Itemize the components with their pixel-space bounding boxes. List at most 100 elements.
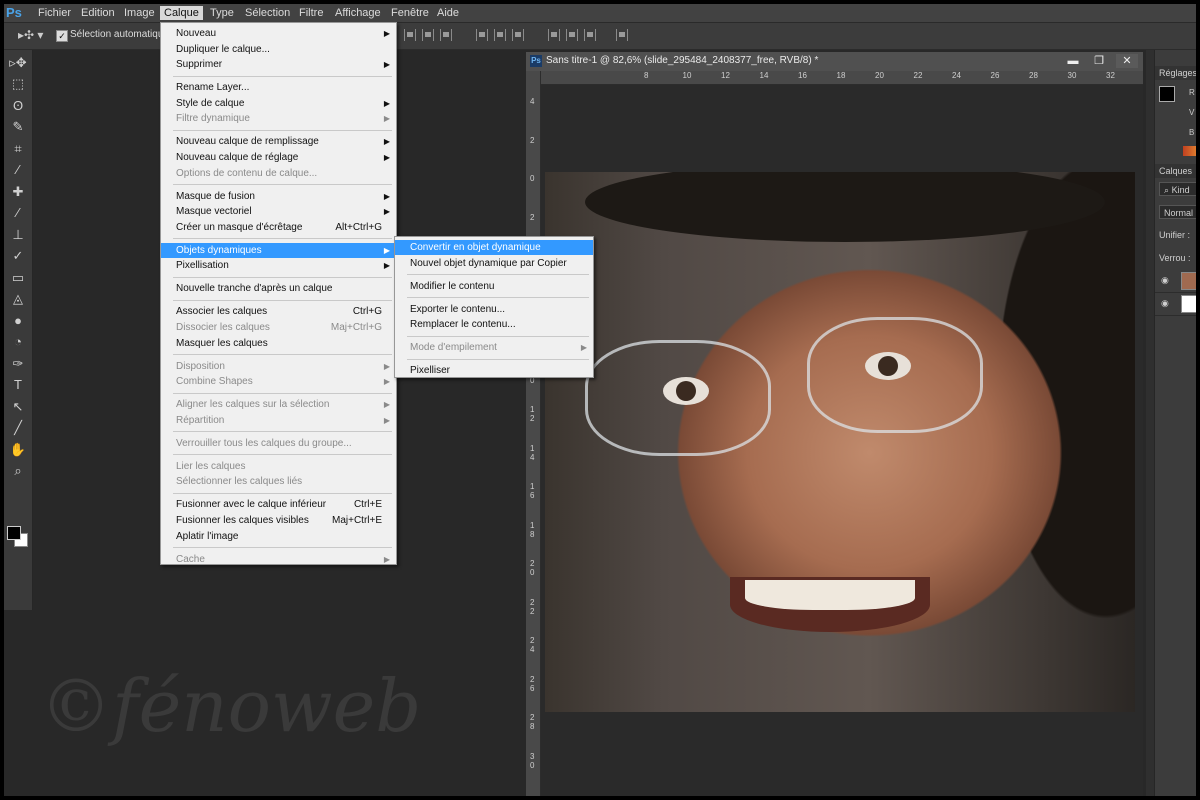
menu-shortcut: Ctrl+E bbox=[353, 499, 382, 511]
quick-select-icon[interactable]: ✎ bbox=[8, 118, 28, 136]
menu-item-fusionner-avec-le-calque-inferieur[interactable]: Fusionner avec le calque inférieur Ctrl+E bbox=[161, 497, 396, 512]
vertical-ruler[interactable]: 42024681 01 21 41 61 82 02 22 42 62 83 0 bbox=[526, 71, 541, 796]
menu-separator bbox=[173, 493, 392, 494]
visibility-eye-icon[interactable]: ◉ bbox=[1161, 276, 1171, 285]
menu-item-label: Pixellisation bbox=[176, 260, 229, 272]
lasso-icon[interactable]: ʘ bbox=[8, 97, 28, 115]
document-tab[interactable]: Ps Sans titre-1 @ 82,6% (slide_295484_24… bbox=[526, 52, 1143, 71]
maximize-button[interactable]: ❐ bbox=[1088, 54, 1110, 68]
menu-item-supprimer[interactable]: Supprimer ▶ bbox=[161, 57, 396, 72]
horizontal-ruler[interactable]: 810121416182022242628303234 bbox=[540, 71, 1143, 85]
hand-icon[interactable]: ✋ bbox=[8, 441, 28, 459]
move-icon[interactable]: ▹✥ bbox=[8, 54, 28, 72]
menu-item-convertir-en-objet-dynamique[interactable]: Convertir en objet dynamique bbox=[395, 240, 593, 255]
menu-item-nouveau-calque-de-remplissage[interactable]: Nouveau calque de remplissage ▶ bbox=[161, 134, 396, 149]
menu-item-objets-dynamiques[interactable]: Objets dynamiques ▶ bbox=[161, 242, 396, 258]
calques-tab[interactable]: Calques bbox=[1155, 164, 1196, 178]
blend-mode-select[interactable]: Normal bbox=[1159, 205, 1196, 219]
unifier-label: Unifier : bbox=[1159, 230, 1191, 240]
color-swatch-foreground[interactable] bbox=[1159, 86, 1175, 102]
menu-item-nouvelle-tranche-d-apres-un-calque[interactable]: Nouvelle tranche d'après un calque bbox=[161, 281, 396, 296]
menu-item-nouveau[interactable]: Nouveau ▶ bbox=[161, 26, 396, 41]
dodge-icon[interactable]: ◔ bbox=[8, 333, 28, 351]
eraser-icon[interactable]: ▭ bbox=[8, 269, 28, 287]
distribute-left-icon[interactable] bbox=[548, 29, 560, 41]
layer-row[interactable]: ◉ bbox=[1155, 270, 1196, 293]
document-title: Sans titre-1 @ 82,6% (slide_295484_24083… bbox=[546, 55, 819, 66]
menu-item-rename-layer[interactable]: Rename Layer... bbox=[161, 80, 396, 95]
menu-item-pixelliser[interactable]: Pixelliser bbox=[395, 363, 593, 378]
objets-dynamiques-submenu: Convertir en objet dynamique Nouvel objet… bbox=[394, 236, 594, 378]
type-icon[interactable]: T bbox=[8, 376, 28, 394]
zoom-icon[interactable]: ⌕ bbox=[8, 462, 28, 480]
crop-icon[interactable]: ⌗ bbox=[8, 140, 28, 158]
align-top-icon[interactable] bbox=[404, 29, 416, 41]
brush-icon[interactable]: ∕ bbox=[8, 204, 28, 222]
layer-kind-filter[interactable]: ⌕ Kind bbox=[1159, 182, 1196, 196]
menu-calque[interactable]: Calque bbox=[160, 6, 203, 20]
menu-item-nouvel-objet-dynamique-par-copier[interactable]: Nouvel objet dynamique par Copier bbox=[395, 256, 593, 271]
menu-item-pixellisation[interactable]: Pixellisation ▶ bbox=[161, 258, 396, 273]
ruler-left-label: 2 6 bbox=[530, 674, 535, 693]
menu-item-style-de-calque[interactable]: Style de calque ▶ bbox=[161, 96, 396, 111]
line-icon[interactable]: ╱ bbox=[8, 419, 28, 437]
menu-filtre[interactable]: Filtre bbox=[295, 6, 327, 20]
paint-bucket-icon[interactable]: ◬ bbox=[8, 290, 28, 308]
align-bottom-icon[interactable] bbox=[440, 29, 452, 41]
menu-selection[interactable]: Sélection bbox=[241, 6, 294, 20]
ruler-top-label: 10 bbox=[682, 71, 692, 80]
reglages-tab[interactable]: Réglages bbox=[1155, 66, 1196, 80]
marquee-icon[interactable]: ⬚ bbox=[8, 75, 28, 93]
healing-icon[interactable]: ✚ bbox=[8, 183, 28, 201]
menu-item-associer-les-calques[interactable]: Associer les calques Ctrl+G bbox=[161, 304, 396, 319]
distribute-right-icon[interactable] bbox=[584, 29, 596, 41]
auto-select-checkbox[interactable]: ✓ bbox=[56, 30, 68, 42]
blur-icon[interactable]: ● bbox=[8, 312, 28, 330]
distribute-hcenter-icon[interactable] bbox=[566, 29, 578, 41]
color-ramp[interactable] bbox=[1183, 146, 1196, 156]
distribute-bottom-icon[interactable] bbox=[512, 29, 524, 41]
minimize-button[interactable]: ▬ bbox=[1062, 54, 1084, 68]
menu-item-exporter-le-contenu[interactable]: Exporter le contenu... bbox=[395, 302, 593, 317]
foreground-color-swatch[interactable] bbox=[7, 526, 21, 540]
close-button[interactable]: ✕ bbox=[1116, 54, 1138, 68]
menu-item-creer-un-masque-d-ecretage[interactable]: Créer un masque d'écrêtage Alt+Ctrl+G bbox=[161, 220, 396, 235]
auto-align-icon[interactable] bbox=[616, 29, 628, 41]
visibility-eye-icon[interactable]: ◉ bbox=[1161, 299, 1171, 308]
menu-image[interactable]: Image bbox=[120, 6, 159, 20]
stamp-icon[interactable]: ⊥ bbox=[8, 226, 28, 244]
menu-shortcut: Maj+Ctrl+G bbox=[330, 322, 382, 333]
menu-item-modifier-le-contenu[interactable]: Modifier le contenu bbox=[395, 279, 593, 294]
menu-aide[interactable]: Aide bbox=[433, 6, 463, 20]
menu-item-masque-vectoriel[interactable]: Masque vectoriel ▶ bbox=[161, 204, 396, 219]
pen-icon[interactable]: ✑ bbox=[8, 355, 28, 373]
menu-item-masquer-les-calques[interactable]: Masquer les calques bbox=[161, 336, 396, 351]
menu-item-mode-d-empilement: Mode d'empilement ▶ bbox=[395, 340, 593, 355]
distribute-vcenter-icon[interactable] bbox=[494, 29, 506, 41]
canvas-photo[interactable] bbox=[545, 172, 1135, 712]
menu-affichage[interactable]: Affichage bbox=[331, 6, 385, 20]
menu-item-label: Style de calque bbox=[176, 97, 245, 109]
submenu-arrow-icon: ▶ bbox=[580, 343, 587, 353]
eyedropper-icon[interactable]: ⁄ bbox=[8, 161, 28, 179]
move-tool-preset-icon[interactable]: ▸✣ ▾ bbox=[18, 28, 48, 44]
distribute-top-icon[interactable] bbox=[476, 29, 488, 41]
path-select-icon[interactable]: ↖ bbox=[8, 398, 28, 416]
ruler-top-label: 14 bbox=[759, 71, 769, 80]
align-vcenter-icon[interactable] bbox=[422, 29, 434, 41]
menu-item-aplatir-l-image[interactable]: Aplatir l'image bbox=[161, 529, 396, 544]
layer-row[interactable]: ◉ bbox=[1155, 293, 1196, 316]
menu-item-label: Disposition bbox=[176, 360, 225, 372]
menu-fichier[interactable]: Fichier bbox=[34, 6, 75, 20]
submenu-arrow-icon: ▶ bbox=[383, 415, 390, 425]
menu-type[interactable]: Type bbox=[206, 6, 238, 20]
menu-item-nouveau-calque-de-reglage[interactable]: Nouveau calque de réglage ▶ bbox=[161, 150, 396, 165]
menu-item-masque-de-fusion[interactable]: Masque de fusion ▶ bbox=[161, 189, 396, 204]
menu-item-remplacer-le-contenu[interactable]: Remplacer le contenu... bbox=[395, 317, 593, 332]
menu-edition[interactable]: Edition bbox=[77, 6, 119, 20]
history-brush-icon[interactable]: ✓ bbox=[8, 247, 28, 265]
menu-fenetre[interactable]: Fenêtre bbox=[387, 6, 433, 20]
menu-item-label: Exporter le contenu... bbox=[410, 303, 506, 315]
menu-item-dupliquer-le-calque[interactable]: Dupliquer le calque... bbox=[161, 42, 396, 57]
menu-item-fusionner-les-calques-visibles[interactable]: Fusionner les calques visibles Maj+Ctrl+E bbox=[161, 513, 396, 528]
